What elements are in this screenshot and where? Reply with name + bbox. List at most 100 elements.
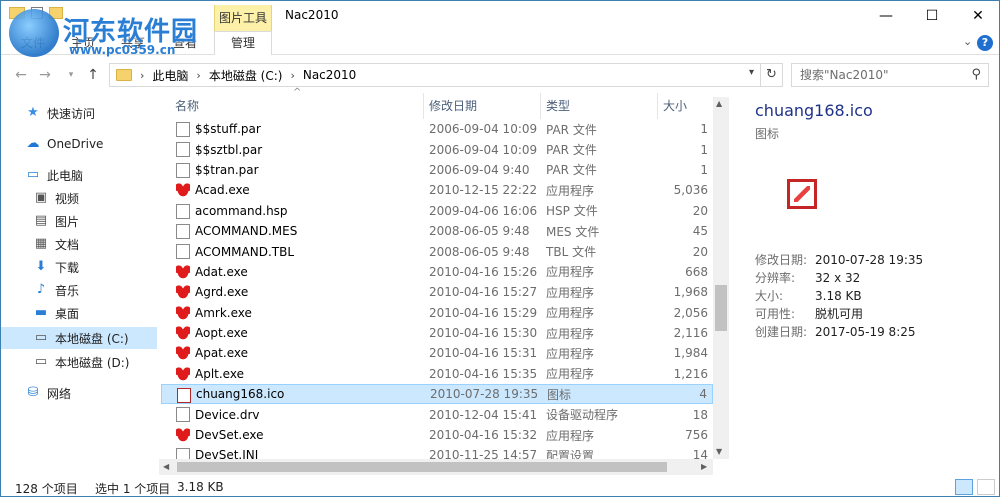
table-row[interactable]: $$stuff.par 2006-09-04 10:09 PAR 文件 1 xyxy=(161,119,713,139)
chevron-down-icon[interactable]: ▾ xyxy=(749,67,754,78)
breadcrumb-nac2010[interactable]: Nac2010 xyxy=(303,68,356,82)
vertical-scrollbar[interactable]: ▲ ▼ xyxy=(713,97,729,459)
table-row[interactable]: ACOMMAND.MES 2008-06-05 9:48 MES 文件 45 xyxy=(161,221,713,241)
picture-icon: ▤ xyxy=(34,213,48,228)
column-divider[interactable] xyxy=(657,93,658,119)
sidebar-item[interactable]: ⛁ 网络 xyxy=(1,382,157,404)
sidebar-item-label: 快速访问 xyxy=(47,106,96,121)
chevron-right-icon: › xyxy=(140,68,145,82)
maximize-button[interactable]: ☐ xyxy=(909,1,955,31)
tab-manage[interactable]: 管理 xyxy=(214,31,272,55)
table-row[interactable]: Aplt.exe 2010-04-16 15:35 应用程序 1,216 xyxy=(161,364,713,384)
column-divider[interactable] xyxy=(540,93,541,119)
up-button[interactable]: ↑ xyxy=(83,65,103,85)
title-bar: 图片工具 Nac2010 — ☐ ✕ xyxy=(1,1,999,31)
table-row[interactable]: ACOMMAND.TBL 2008-06-05 9:48 TBL 文件 20 xyxy=(161,241,713,261)
sidebar-item-label: OneDrive xyxy=(47,137,104,151)
minimize-button[interactable]: — xyxy=(863,1,909,31)
file-name: Device.drv xyxy=(195,407,260,422)
sidebar-item[interactable]: ♪ 音乐 xyxy=(1,279,157,301)
drive-icon: ▭ xyxy=(34,330,48,345)
column-header-size[interactable]: 大小 xyxy=(663,97,687,119)
desktop-icon: ▬ xyxy=(34,305,48,320)
details-view-button[interactable] xyxy=(955,479,973,495)
table-row[interactable]: Agrd.exe 2010-04-16 15:27 应用程序 1,968 xyxy=(161,282,713,302)
details-prop: 修改日期: 2010-07-28 19:35 xyxy=(755,253,924,267)
explorer-window: 图片工具 Nac2010 — ☐ ✕ 河东软件园 www.pc0359.cn 文… xyxy=(0,0,1000,497)
help-icon[interactable]: ? xyxy=(977,35,993,51)
file-name: Aplt.exe xyxy=(195,366,244,381)
file-type: TBL 文件 xyxy=(546,245,597,260)
breadcrumb-this-pc[interactable]: 此电脑 xyxy=(152,67,188,84)
breadcrumb-drive-c[interactable]: 本地磁盘 (C:) xyxy=(209,67,283,84)
tab-home[interactable]: 主页 xyxy=(71,34,95,51)
table-row[interactable]: chuang168.ico 2010-07-28 19:35 图标 4 xyxy=(161,384,713,405)
file-size: 2,056 xyxy=(673,305,708,320)
sidebar-item[interactable]: ⬇ 下载 xyxy=(1,256,157,278)
sidebar-item[interactable]: ▣ 视频 xyxy=(1,187,157,209)
application-icon xyxy=(176,264,190,280)
refresh-button[interactable]: ↻ xyxy=(761,63,783,87)
back-button[interactable]: ← xyxy=(11,65,31,85)
file-type: 应用程序 xyxy=(546,285,595,300)
scroll-left-icon[interactable]: ◀ xyxy=(163,462,169,471)
horizontal-scroll-thumb[interactable] xyxy=(177,462,667,472)
search-input[interactable]: 搜索"Nac2010" ⚲ xyxy=(791,63,989,87)
table-row[interactable]: Aopt.exe 2010-04-16 15:30 应用程序 2,116 xyxy=(161,323,713,343)
search-placeholder: 搜索"Nac2010" xyxy=(800,68,889,82)
file-size: 1,216 xyxy=(673,366,708,381)
column-header-name[interactable]: 名称 xyxy=(175,97,199,119)
driver-icon xyxy=(176,407,190,423)
sidebar-item[interactable]: ▤ 图片 xyxy=(1,210,157,232)
file-type: HSP 文件 xyxy=(546,204,598,219)
table-row[interactable]: Adat.exe 2010-04-16 15:26 应用程序 668 xyxy=(161,262,713,282)
table-row[interactable]: $$tran.par 2006-09-04 9:40 PAR 文件 1 xyxy=(161,160,713,180)
scroll-up-icon[interactable]: ▲ xyxy=(716,99,722,108)
ribbon-expand-icon[interactable]: ⌄ xyxy=(963,35,972,48)
table-row[interactable]: Amrk.exe 2010-04-16 15:29 应用程序 2,056 xyxy=(161,303,713,323)
sidebar-item[interactable]: ▦ 文档 xyxy=(1,233,157,255)
file-type: 图标 xyxy=(547,387,572,402)
table-row[interactable]: Apat.exe 2010-04-16 15:31 应用程序 1,984 xyxy=(161,343,713,363)
table-row[interactable]: DevSet.INI 2010-11-25 14:57 配置设置 14 xyxy=(161,445,713,459)
file-type: 应用程序 xyxy=(546,306,595,321)
table-row[interactable]: Acad.exe 2010-12-15 22:22 应用程序 5,036 xyxy=(161,180,713,200)
file-type: PAR 文件 xyxy=(546,122,597,137)
close-button[interactable]: ✕ xyxy=(955,1,999,31)
table-row[interactable]: DevSet.exe 2010-04-16 15:32 应用程序 756 xyxy=(161,425,713,445)
scroll-right-icon[interactable]: ▶ xyxy=(701,462,707,471)
new-folder-icon[interactable] xyxy=(49,7,63,19)
sidebar-item[interactable]: ▬ 桌面 xyxy=(1,302,157,324)
scroll-down-icon[interactable]: ▼ xyxy=(716,447,722,456)
horizontal-scrollbar[interactable]: ◀ ▶ xyxy=(159,459,713,475)
application-icon xyxy=(176,427,190,443)
file-name: DevSet.INI xyxy=(195,448,259,459)
table-row[interactable]: $$sztbl.par 2006-09-04 10:09 PAR 文件 1 xyxy=(161,139,713,159)
column-header-date[interactable]: 修改日期 xyxy=(429,97,477,119)
tab-file[interactable]: 文件 xyxy=(21,34,45,51)
file-type: PAR 文件 xyxy=(546,163,597,178)
file-date: 2009-04-06 16:06 xyxy=(429,203,538,218)
column-header-type[interactable]: 类型 xyxy=(546,97,570,119)
file-name: Apat.exe xyxy=(195,346,248,361)
sidebar-item[interactable]: ▭ 此电脑 xyxy=(1,164,157,186)
checkmark-icon[interactable] xyxy=(31,7,43,19)
vertical-scroll-thumb[interactable] xyxy=(715,285,727,331)
address-bar[interactable]: › 此电脑 › 本地磁盘 (C:) › Nac2010 ▾ xyxy=(109,63,761,87)
column-divider[interactable] xyxy=(423,93,424,119)
table-row[interactable]: Device.drv 2010-12-04 15:41 设备驱动程序 18 xyxy=(161,404,713,424)
sidebar-item[interactable]: ▭ 本地磁盘 (C:) xyxy=(1,327,157,349)
sidebar-item[interactable]: ★ 快速访问 xyxy=(1,102,157,124)
tab-view[interactable]: 查看 xyxy=(173,34,197,51)
file-date: 2010-12-04 15:41 xyxy=(429,407,538,422)
tab-share[interactable]: 共享 xyxy=(121,34,145,51)
forward-button[interactable]: → xyxy=(35,65,55,85)
large-icons-view-button[interactable] xyxy=(977,479,995,495)
chevron-right-icon: › xyxy=(290,68,295,82)
file-type: 应用程序 xyxy=(546,183,595,198)
table-row[interactable]: acommand.hsp 2009-04-06 16:06 HSP 文件 20 xyxy=(161,201,713,221)
recent-dropdown-icon[interactable]: ▾ xyxy=(61,65,81,85)
sidebar-item[interactable]: ☁ OneDrive xyxy=(1,133,157,155)
sidebar-item[interactable]: ▭ 本地磁盘 (D:) xyxy=(1,351,157,373)
folder-icon[interactable] xyxy=(9,7,25,19)
